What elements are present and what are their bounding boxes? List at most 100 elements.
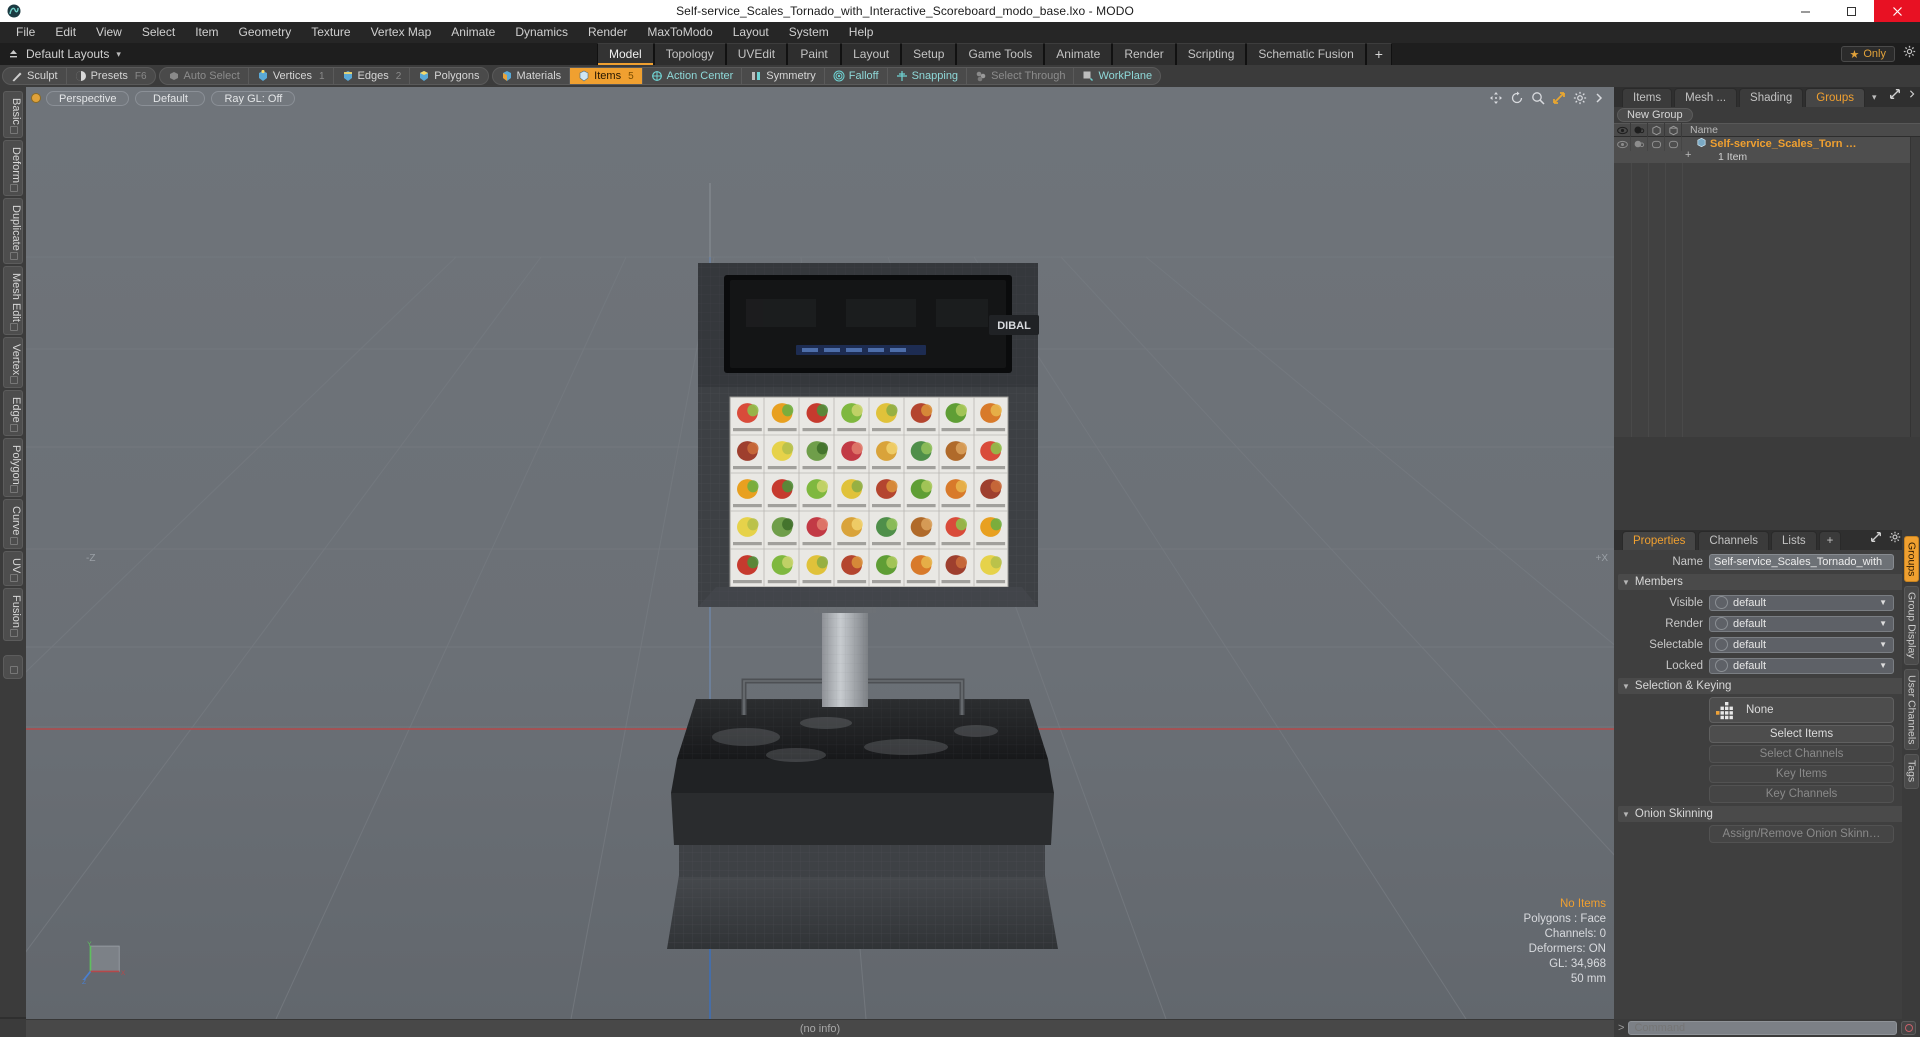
new-group-button[interactable]: New Group xyxy=(1617,108,1693,122)
panel-tab-shading[interactable]: Shading xyxy=(1739,88,1804,107)
left-tab-curve[interactable]: Curve xyxy=(3,499,23,549)
locked-dropdown[interactable]: default ▼ xyxy=(1709,657,1894,674)
wire-icon[interactable] xyxy=(1665,123,1682,137)
viewport-view-mode[interactable]: Perspective xyxy=(46,90,130,106)
select-items-button[interactable]: Select Items xyxy=(1709,725,1894,743)
menu-animate[interactable]: Animate xyxy=(441,22,505,43)
tab-topology[interactable]: Topology xyxy=(653,43,726,65)
close-button[interactable] xyxy=(1874,0,1920,22)
move-icon[interactable] xyxy=(1489,91,1503,105)
tab-lists[interactable]: Lists xyxy=(1771,531,1817,550)
panel-drag-handle[interactable] xyxy=(1614,87,1622,107)
tree-scrollbar[interactable] xyxy=(1910,137,1920,437)
section-onion-skinning[interactable]: ▼ Onion Skinning xyxy=(1618,806,1914,822)
layouts-caret-icon[interactable]: ▾ xyxy=(116,49,121,60)
properties-expand-icon[interactable] xyxy=(1870,530,1882,548)
tool-presets[interactable]: Presets F6 xyxy=(67,68,155,84)
tab-schematic-fusion[interactable]: Schematic Fusion xyxy=(1246,43,1366,65)
side-tab-tags[interactable]: Tags xyxy=(1903,754,1919,789)
properties-drag-handle[interactable] xyxy=(1614,530,1622,550)
tool-sculpt[interactable]: Sculpt xyxy=(3,68,67,84)
section-selection-keying[interactable]: ▼ Selection & Keying xyxy=(1618,678,1914,694)
tool-workplane[interactable]: WorkPlane xyxy=(1074,68,1160,84)
tool-falloff[interactable]: Falloff xyxy=(825,68,888,84)
left-tab-basic[interactable]: Basic xyxy=(3,91,23,138)
tool-auto-select[interactable]: Auto Select xyxy=(160,68,249,84)
name-input[interactable]: Self-service_Scales_Tornado_with xyxy=(1709,553,1894,570)
eye-icon[interactable] xyxy=(1614,123,1631,137)
viewport-shading-mode[interactable]: Default xyxy=(135,90,206,106)
side-tab-groups[interactable]: Groups xyxy=(1903,536,1919,583)
3d-viewport[interactable]: DIBAL Perspective Default Ray GL: Off -Z… xyxy=(26,87,1614,1019)
tool-vertices[interactable]: Vertices 1 xyxy=(249,68,334,84)
menu-maxtomodo[interactable]: MaxToModo xyxy=(637,22,722,43)
side-tab-group-display[interactable]: Group Display xyxy=(1903,586,1919,665)
menu-file[interactable]: File xyxy=(6,22,45,43)
shade-icon[interactable] xyxy=(1648,123,1665,137)
record-icon[interactable] xyxy=(1901,1021,1916,1035)
menu-layout[interactable]: Layout xyxy=(723,22,779,43)
left-tab-edge[interactable]: Edge xyxy=(3,389,23,436)
tab-properties[interactable]: Properties xyxy=(1622,531,1697,550)
menu-render[interactable]: Render xyxy=(578,22,637,43)
left-tab-uv[interactable]: UV xyxy=(3,550,23,587)
maximize-button[interactable] xyxy=(1828,0,1874,22)
row-wire-toggle[interactable] xyxy=(1665,137,1682,151)
panel-tab-mesh[interactable]: Mesh ... xyxy=(1674,88,1738,107)
tree-row[interactable]: Self-service_Scales_Torn … xyxy=(1614,137,1920,151)
tool-select-through[interactable]: Select Through xyxy=(967,68,1075,84)
viewport-raygl-toggle[interactable]: Ray GL: Off xyxy=(211,90,296,106)
tab-animate[interactable]: Animate xyxy=(1044,43,1113,65)
menu-item[interactable]: Item xyxy=(185,22,228,43)
panel-tabs-overflow-icon[interactable]: ▾ xyxy=(1872,92,1877,103)
default-layouts-label[interactable]: Default Layouts xyxy=(26,47,113,61)
tab-scripting[interactable]: Scripting xyxy=(1175,43,1247,65)
panel-tab-items[interactable]: Items xyxy=(1622,88,1673,107)
tool-polygons[interactable]: Polygons xyxy=(410,68,487,84)
tool-edges[interactable]: Edges 2 xyxy=(334,68,411,84)
tab-paint[interactable]: Paint xyxy=(787,43,842,65)
panel-tab-groups[interactable]: Groups xyxy=(1805,88,1865,107)
row-visibility-toggle[interactable] xyxy=(1614,137,1631,151)
tool-action-center[interactable]: Action Center xyxy=(643,68,743,84)
fit-icon[interactable] xyxy=(1552,91,1566,105)
menu-edit[interactable]: Edit xyxy=(45,22,86,43)
render-dropdown[interactable]: default ▼ xyxy=(1709,615,1894,632)
menu-vertex-map[interactable]: Vertex Map xyxy=(361,22,442,43)
tool-symmetry[interactable]: Symmetry xyxy=(742,68,825,84)
menu-dynamics[interactable]: Dynamics xyxy=(505,22,578,43)
selectable-dropdown[interactable]: default ▼ xyxy=(1709,636,1894,653)
tool-items[interactable]: Items 5 xyxy=(570,68,643,84)
tab-uvedit[interactable]: UVEdit xyxy=(725,43,788,65)
tool-materials[interactable]: Materials xyxy=(493,68,571,84)
side-tab-user-channels[interactable]: User Channels xyxy=(1903,668,1919,751)
add-tab-button[interactable]: + xyxy=(1365,43,1392,65)
menu-help[interactable]: Help xyxy=(839,22,884,43)
tab-render[interactable]: Render xyxy=(1112,43,1176,65)
left-tab-polygon[interactable]: Polygon xyxy=(3,437,23,498)
row-shade-toggle[interactable] xyxy=(1648,137,1665,151)
settings-gear-icon[interactable] xyxy=(1903,45,1916,63)
tool-snapping[interactable]: Snapping xyxy=(888,68,968,84)
tab-model[interactable]: Model xyxy=(597,43,654,65)
tab-game-tools[interactable]: Game Tools xyxy=(956,43,1045,65)
tab-layout[interactable]: Layout xyxy=(841,43,902,65)
command-input[interactable] xyxy=(1628,1021,1897,1035)
zoom-icon[interactable] xyxy=(1531,91,1545,105)
left-tab-mesh-edit[interactable]: Mesh Edit xyxy=(3,265,23,335)
layout-home-icon[interactable] xyxy=(0,43,26,65)
left-tab-duplicate[interactable]: Duplicate xyxy=(3,197,23,264)
menu-view[interactable]: View xyxy=(86,22,132,43)
selection-set-picker[interactable]: None xyxy=(1709,697,1894,723)
tree-expand-toggle[interactable]: + xyxy=(1685,149,1691,161)
options-icon[interactable] xyxy=(1573,91,1587,105)
menu-system[interactable]: System xyxy=(779,22,839,43)
tab-setup[interactable]: Setup xyxy=(901,43,957,65)
menu-select[interactable]: Select xyxy=(132,22,185,43)
left-tab-vertex[interactable]: Vertex xyxy=(3,336,23,388)
tab-channels[interactable]: Channels xyxy=(1698,531,1770,550)
row-render-toggle[interactable] xyxy=(1631,137,1648,151)
group-tree[interactable]: Self-service_Scales_Torn … + 1 Item xyxy=(1614,137,1920,437)
panel-more-icon[interactable] xyxy=(1908,87,1916,105)
rotate-icon[interactable] xyxy=(1510,91,1524,105)
